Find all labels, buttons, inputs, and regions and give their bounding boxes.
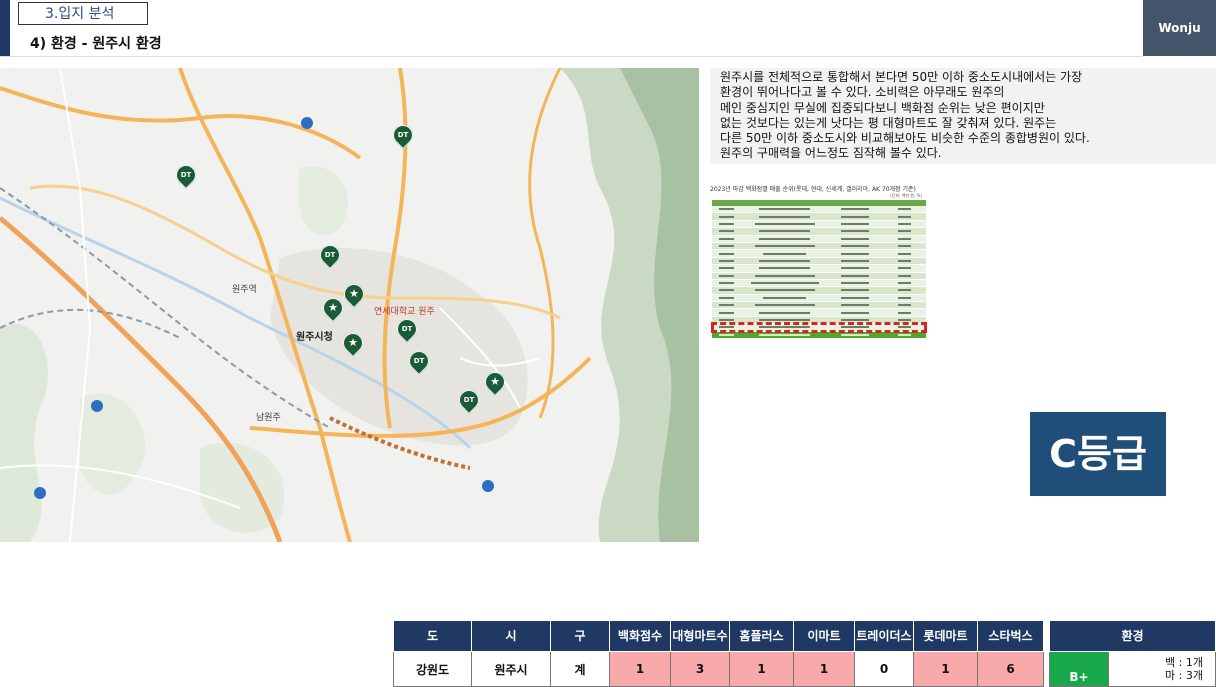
ranking-row [712,272,926,280]
cell-department-stores: 1 [609,651,671,687]
page-subtitle: 4) 환경 - 원주시 환경 [30,36,162,52]
cell-emart: 1 [793,651,855,687]
grade-badge: C등급 [1030,412,1166,496]
map-label-namwonju: 남원주 [256,413,281,423]
cell-hypermarkets: 3 [670,651,730,687]
description-line: 환경이 뛰어나다고 볼 수 있다. 소비력은 아무래도 원주의 [720,85,1005,100]
ranking-row [712,308,926,317]
header-cell: 구 [550,620,610,652]
header-cell: 스타벅스 [977,620,1044,652]
ranking-row [712,286,926,295]
section-title: 3.입지 분석 [18,2,148,25]
ranking-row [712,242,926,251]
ranking-row [712,227,926,236]
ranking-row [712,294,926,303]
cell-environment-note: 백 : 1개 마 : 3개 [1108,651,1216,687]
ranking-table [712,200,926,340]
ranking-highlight-box [711,322,927,333]
ranking-row [712,235,926,243]
ranking-row [712,264,926,273]
ranking-row [712,220,926,229]
map-label-city-hall: 원주시청 [296,332,333,343]
wonju-map[interactable]: 원주시청 연세대학교 원주 원주역 남원주 DT DT DT ★ ★ DT ★ … [0,68,699,542]
cell-starbucks: 6 [977,651,1044,687]
header-cell: 백화점수 [609,620,671,652]
summary-table: 도 시 구 백화점수 대형마트수 홈플러스 이마트 트레이더스 롯데마트 스타벅… [393,620,1216,687]
map-label-station: 원주역 [232,285,257,295]
cell-lotte-mart: 1 [913,651,978,687]
map-pin-starbucks[interactable]: ★ [480,367,510,402]
description-line: 메인 중심지인 무실에 집중되다보니 백화점 순위는 낮은 편이지만 [720,100,1045,115]
header-accent-bar [0,0,10,56]
department-store-ranking-image: 2023년 마감 백화점별 매출 순위(롯데, 현대, 신세계, 갤러리아, A… [710,184,928,388]
map-pin-starbucks[interactable]: ★ [338,328,368,363]
cell-city: 원주시 [471,651,551,687]
map-pin-dt[interactable]: DT [454,385,484,420]
city-badge: Wonju [1143,0,1216,56]
cell-traders: 0 [854,651,914,687]
ranking-row [712,257,926,266]
ranking-unit: (단위: 백만 원, %) [890,193,922,198]
ranking-caption: 2023년 마감 백화점별 매출 순위(롯데, 현대, 신세계, 갤러리아, A… [710,186,916,193]
header-cell: 대형마트수 [670,620,730,652]
description-line: 없는 것보다는 있는게 낫다는 평 대형마트도 잘 갖춰져 있다. 원주는 [720,115,1057,130]
map-pin-starbucks[interactable]: ★ [318,293,348,328]
map-pin-starbucks[interactable]: ★ [339,279,369,314]
map-pin-dt[interactable]: DT [171,160,201,195]
ranking-row [712,249,926,258]
header-cell: 환경 [1049,620,1216,652]
header-cell: 홈플러스 [729,620,794,652]
map-pin-dt[interactable]: DT [392,314,422,349]
header-cell: 이마트 [793,620,855,652]
description-line: 원주시를 전체적으로 통합해서 본다면 50만 이하 중소도시내에서는 가장 [720,70,1083,84]
map-pin-dt[interactable]: DT [315,240,345,275]
cell-homeplus: 1 [729,651,794,687]
ranking-row [712,301,926,310]
map-pin-dt[interactable]: DT [404,346,434,381]
ranking-row [712,206,926,214]
cell-environment-grade: B+ [1049,651,1109,687]
map-pin-dt[interactable]: DT [388,120,418,155]
map-label-university: 연세대학교 원주 [374,307,435,317]
header-divider [0,56,1143,57]
env-note-line: 마 : 3개 [1165,669,1203,682]
ranking-row [712,212,926,221]
header-cell: 트레이더스 [854,620,914,652]
environment-description: 원주시를 전체적으로 통합해서 본다면 50만 이하 중소도시내에서는 가장 환… [710,68,1216,164]
description-line: 다른 50만 이하 중소도시와 비교해보아도 비슷한 수준의 종합병원이 있다. [720,131,1090,146]
cell-province: 강원도 [393,651,472,687]
header-cell: 도 [393,620,472,652]
description-line: 원주의 구매력을 어느정도 짐작해 볼수 있다. [720,146,942,161]
header-cell: 롯데마트 [913,620,978,652]
cell-district: 계 [550,651,610,687]
header-cell: 시 [471,620,551,652]
ranking-row [712,279,926,288]
env-note-line: 백 : 1개 [1165,656,1203,669]
